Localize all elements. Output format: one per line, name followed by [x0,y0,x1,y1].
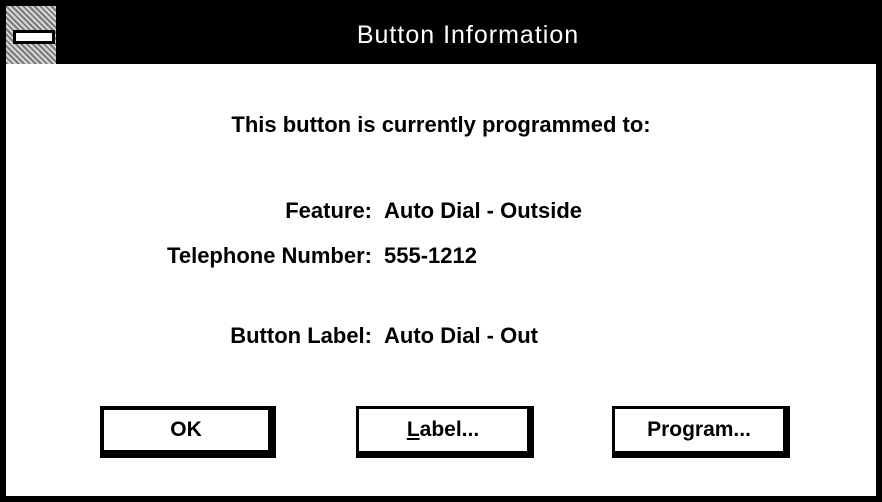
ok-button[interactable]: OK [100,406,276,458]
dialog-heading: This button is currently programmed to: [231,112,651,137]
title-bar: Button Information [6,6,876,64]
ok-button-label: OK [170,418,202,441]
program-button[interactable]: Program... [612,406,790,458]
label-button-mnemonic: L [406,418,420,441]
label-button-text: abel... [419,418,480,441]
button-label-label: Button Label: [230,323,372,348]
program-button-label: Program... [647,418,751,441]
label-button[interactable]: Label... [356,406,534,458]
system-menu-bar [13,30,55,44]
feature-value: Auto Dial - Outside [384,198,582,223]
button-label-value: Auto Dial - Out [384,323,538,348]
telephone-number-value: 555-1212 [384,243,477,268]
telephone-number-label: Telephone Number: [167,243,372,268]
system-menu-icon[interactable] [6,6,60,64]
button-information-dialog: Button Information This button is curren… [0,0,882,502]
feature-label: Feature: [285,198,372,223]
window-title: Button Information [356,21,580,49]
